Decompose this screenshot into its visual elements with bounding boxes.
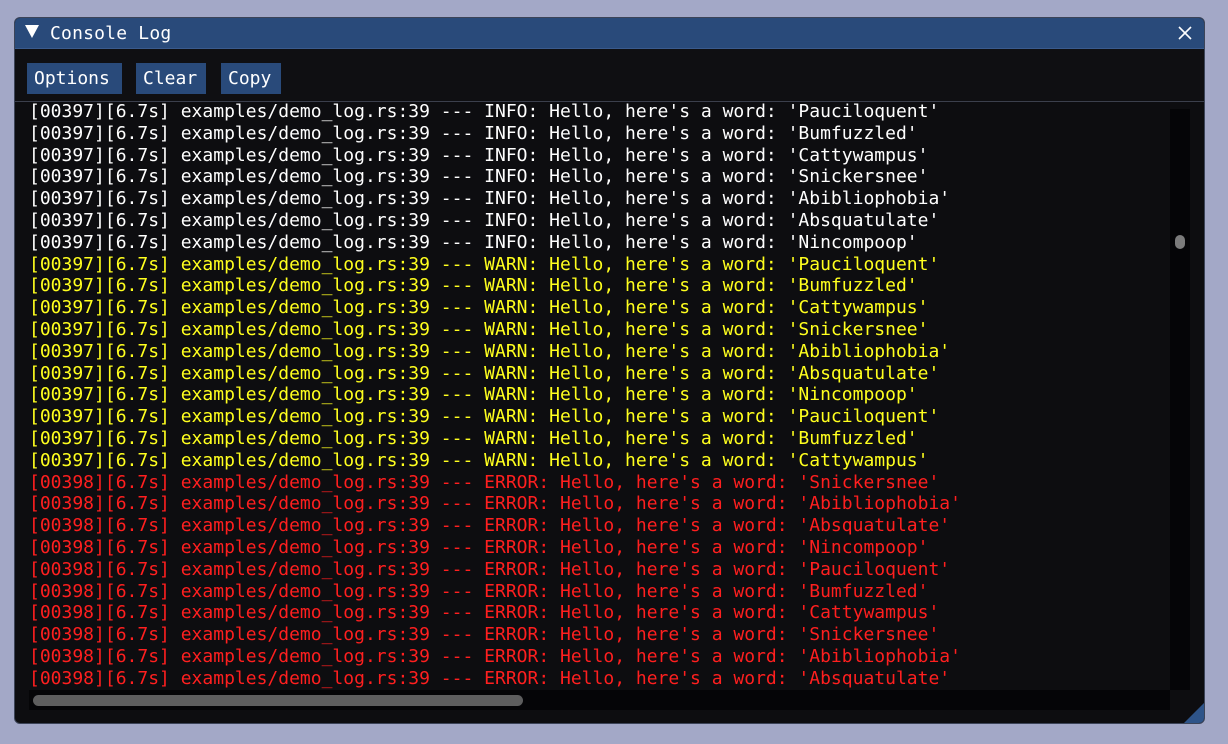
collapse-triangle-icon[interactable] [25, 25, 39, 38]
log-line-warn: [00397][6.7s] examples/demo_log.rs:39 --… [29, 384, 918, 406]
resize-grip-icon[interactable] [1184, 703, 1204, 723]
log-line-error: [00398][6.7s] examples/demo_log.rs:39 --… [29, 580, 929, 602]
log-line-warn: [00397][6.7s] examples/demo_log.rs:39 --… [29, 449, 929, 471]
log-line-info: [00397][6.7s] examples/demo_log.rs:39 --… [29, 188, 951, 210]
log-line-error: [00398][6.7s] examples/demo_log.rs:39 --… [29, 645, 961, 667]
horizontal-scrollbar-thumb[interactable] [33, 695, 523, 706]
clear-button[interactable]: Clear [136, 63, 206, 94]
log-line-info: [00397][6.7s] examples/demo_log.rs:39 --… [29, 231, 918, 253]
options-button[interactable]: Options [27, 63, 122, 94]
toolbar: Options Clear Copy [15, 49, 1204, 101]
log-line-error: [00398][6.7s] examples/demo_log.rs:39 --… [29, 667, 951, 689]
log-line-info: [00397][6.7s] examples/demo_log.rs:39 --… [29, 122, 918, 144]
log-line-warn: [00397][6.7s] examples/demo_log.rs:39 --… [29, 340, 951, 362]
log-line-warn: [00397][6.7s] examples/demo_log.rs:39 --… [29, 406, 940, 428]
log-line-error: [00398][6.7s] examples/demo_log.rs:39 --… [29, 471, 940, 493]
log-scroll-region[interactable]: [00397][6.7s] examples/demo_log.rs:39 --… [15, 102, 1204, 708]
vertical-scrollbar[interactable] [1170, 109, 1190, 690]
log-line-warn: [00397][6.7s] examples/demo_log.rs:39 --… [29, 318, 929, 340]
title-bar[interactable]: Console Log [15, 18, 1204, 49]
log-line-error: [00398][6.7s] examples/demo_log.rs:39 --… [29, 602, 940, 624]
log-lines: [00397][6.7s] examples/demo_log.rs:39 --… [29, 102, 1169, 690]
log-line-error: [00398][6.7s] examples/demo_log.rs:39 --… [29, 493, 961, 515]
copy-button[interactable]: Copy [221, 63, 281, 94]
console-log-window: Console Log Options Clear Copy [00397][6… [14, 17, 1205, 724]
log-line-info: [00397][6.7s] examples/demo_log.rs:39 --… [29, 166, 929, 188]
log-line-warn: [00397][6.7s] examples/demo_log.rs:39 --… [29, 253, 940, 275]
log-line-warn: [00397][6.7s] examples/demo_log.rs:39 --… [29, 275, 918, 297]
vertical-scrollbar-thumb[interactable] [1175, 235, 1185, 249]
log-line-info: [00397][6.7s] examples/demo_log.rs:39 --… [29, 209, 940, 231]
log-line-warn: [00397][6.7s] examples/demo_log.rs:39 --… [29, 427, 918, 449]
log-line-error: [00398][6.7s] examples/demo_log.rs:39 --… [29, 515, 951, 537]
log-line-warn: [00397][6.7s] examples/demo_log.rs:39 --… [29, 297, 929, 319]
log-line-warn: [00397][6.7s] examples/demo_log.rs:39 --… [29, 362, 940, 384]
log-line-info: [00397][6.7s] examples/demo_log.rs:39 --… [29, 144, 929, 166]
log-line-error: [00398][6.7s] examples/demo_log.rs:39 --… [29, 558, 951, 580]
log-line-error: [00398][6.7s] examples/demo_log.rs:39 --… [29, 536, 929, 558]
window-title: Console Log [50, 23, 172, 44]
log-line-error: [00398][6.7s] examples/demo_log.rs:39 --… [29, 624, 940, 646]
close-icon[interactable] [1174, 22, 1196, 44]
horizontal-scrollbar[interactable] [29, 690, 1170, 710]
log-line-info: [00397][6.7s] examples/demo_log.rs:39 --… [29, 102, 940, 122]
